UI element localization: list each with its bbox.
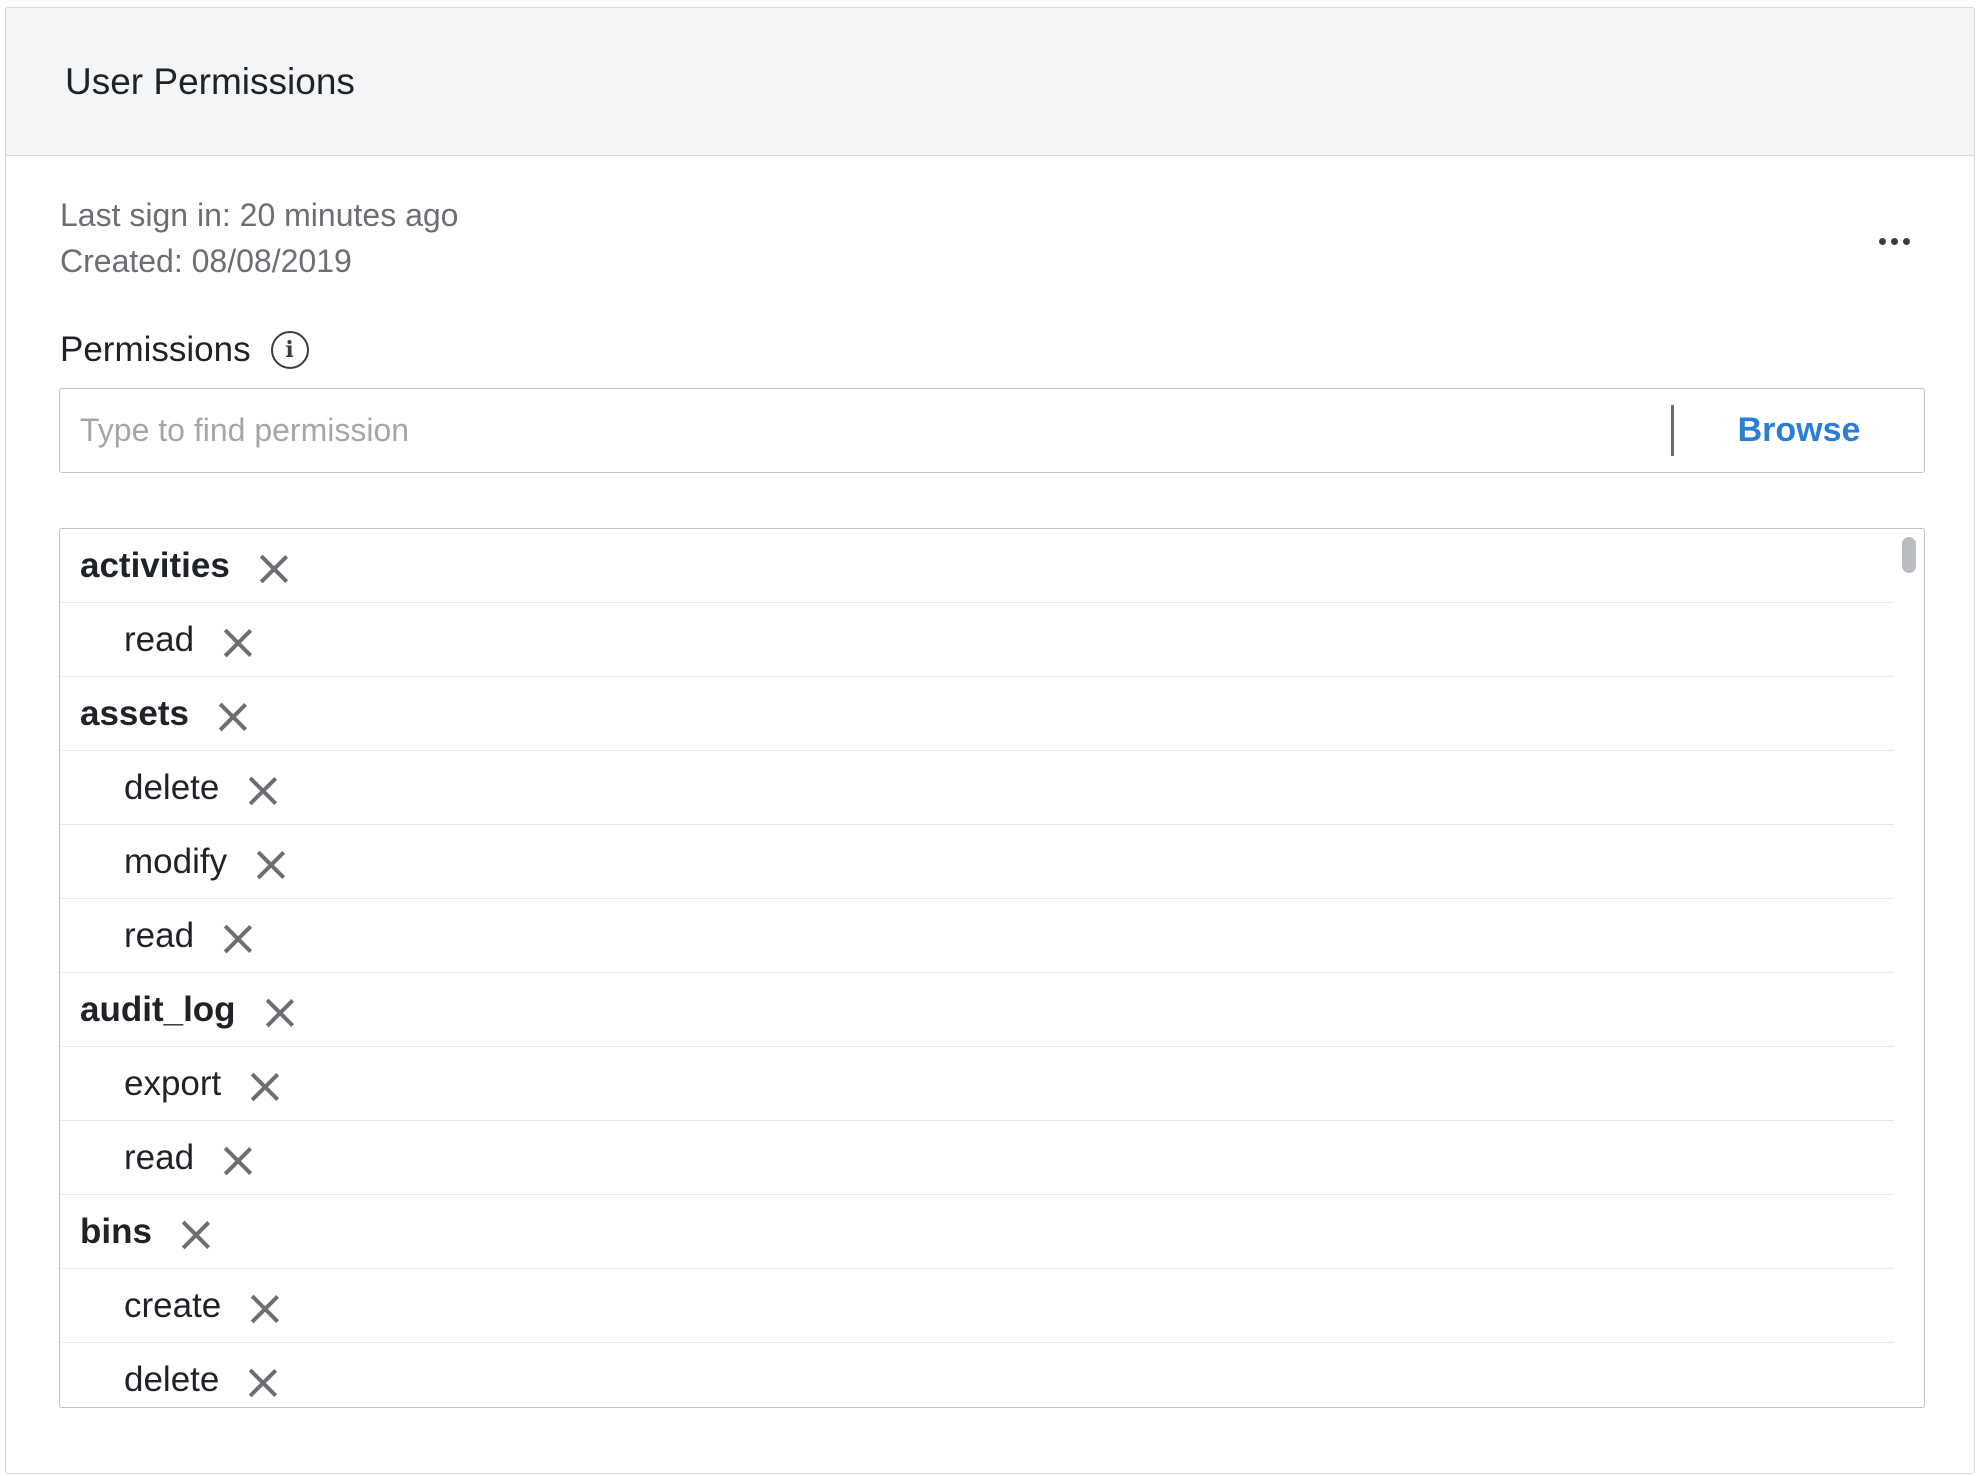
- permission-label: read: [124, 915, 195, 955]
- last-sign-in-text: Last sign in: 20 minutes ago: [60, 197, 459, 233]
- more-options-button[interactable]: [1864, 226, 1924, 256]
- close-icon[interactable]: [266, 999, 294, 1027]
- more-dot: [1890, 237, 1898, 245]
- permission-label: audit_log: [80, 989, 236, 1029]
- permissions-label: Permissions: [60, 330, 251, 369]
- more-dot: [1902, 237, 1910, 245]
- close-icon[interactable]: [251, 1295, 279, 1323]
- panel-title: User Permissions: [65, 60, 355, 102]
- permission-label: bins: [80, 1211, 152, 1251]
- permissions-label-row: Permissions i: [60, 330, 309, 370]
- scrollbar-thumb[interactable]: [1902, 537, 1916, 573]
- panel-header: User Permissions: [6, 8, 1974, 156]
- user-meta: Last sign in: 20 minutes ago Created: 08…: [60, 192, 458, 284]
- permission-label: modify: [124, 841, 228, 881]
- list-scrollbar[interactable]: [1894, 529, 1924, 1407]
- created-date-text: Created: 08/08/2019: [60, 243, 352, 279]
- close-icon[interactable]: [257, 851, 285, 879]
- permissions-list-box: activities read assets delete modify read audi…: [59, 528, 1925, 1408]
- permission-row: modify: [60, 825, 1894, 899]
- info-icon[interactable]: i: [270, 331, 309, 369]
- permission-row: delete: [60, 751, 1894, 825]
- more-horizontal-icon: [1878, 237, 1886, 245]
- close-icon[interactable]: [251, 1073, 279, 1101]
- permission-label: delete: [124, 1359, 220, 1399]
- permission-row: read: [60, 899, 1894, 973]
- permission-label: activities: [80, 545, 230, 585]
- permission-label: export: [124, 1063, 222, 1103]
- permission-search-input[interactable]: [60, 389, 1671, 472]
- permission-label: create: [124, 1285, 222, 1325]
- user-permissions-panel: User Permissions Last sign in: 20 minute…: [5, 7, 1975, 1474]
- permission-row: create: [60, 1269, 1894, 1343]
- permission-search: Browse: [59, 388, 1925, 473]
- close-icon[interactable]: [224, 1147, 252, 1175]
- browse-button[interactable]: Browse: [1674, 389, 1924, 472]
- permission-group-row: activities: [60, 529, 1894, 603]
- close-icon[interactable]: [260, 555, 288, 583]
- close-icon[interactable]: [249, 777, 277, 805]
- close-icon[interactable]: [224, 925, 252, 953]
- permission-group-row: assets: [60, 677, 1894, 751]
- close-icon[interactable]: [219, 703, 247, 731]
- permission-row: read: [60, 1121, 1894, 1195]
- permission-label: read: [124, 619, 195, 659]
- permissions-list: activities read assets delete modify read audi…: [60, 529, 1894, 1407]
- permission-row: read: [60, 603, 1894, 677]
- permission-group-row: bins: [60, 1195, 1894, 1269]
- close-icon[interactable]: [224, 629, 252, 657]
- permission-group-row: audit_log: [60, 973, 1894, 1047]
- permission-label: delete: [124, 767, 220, 807]
- close-icon[interactable]: [249, 1369, 277, 1397]
- close-icon[interactable]: [182, 1221, 210, 1249]
- permission-label: read: [124, 1137, 195, 1177]
- permission-row: export: [60, 1047, 1894, 1121]
- permission-label: assets: [80, 693, 189, 733]
- permission-row: delete: [60, 1343, 1894, 1407]
